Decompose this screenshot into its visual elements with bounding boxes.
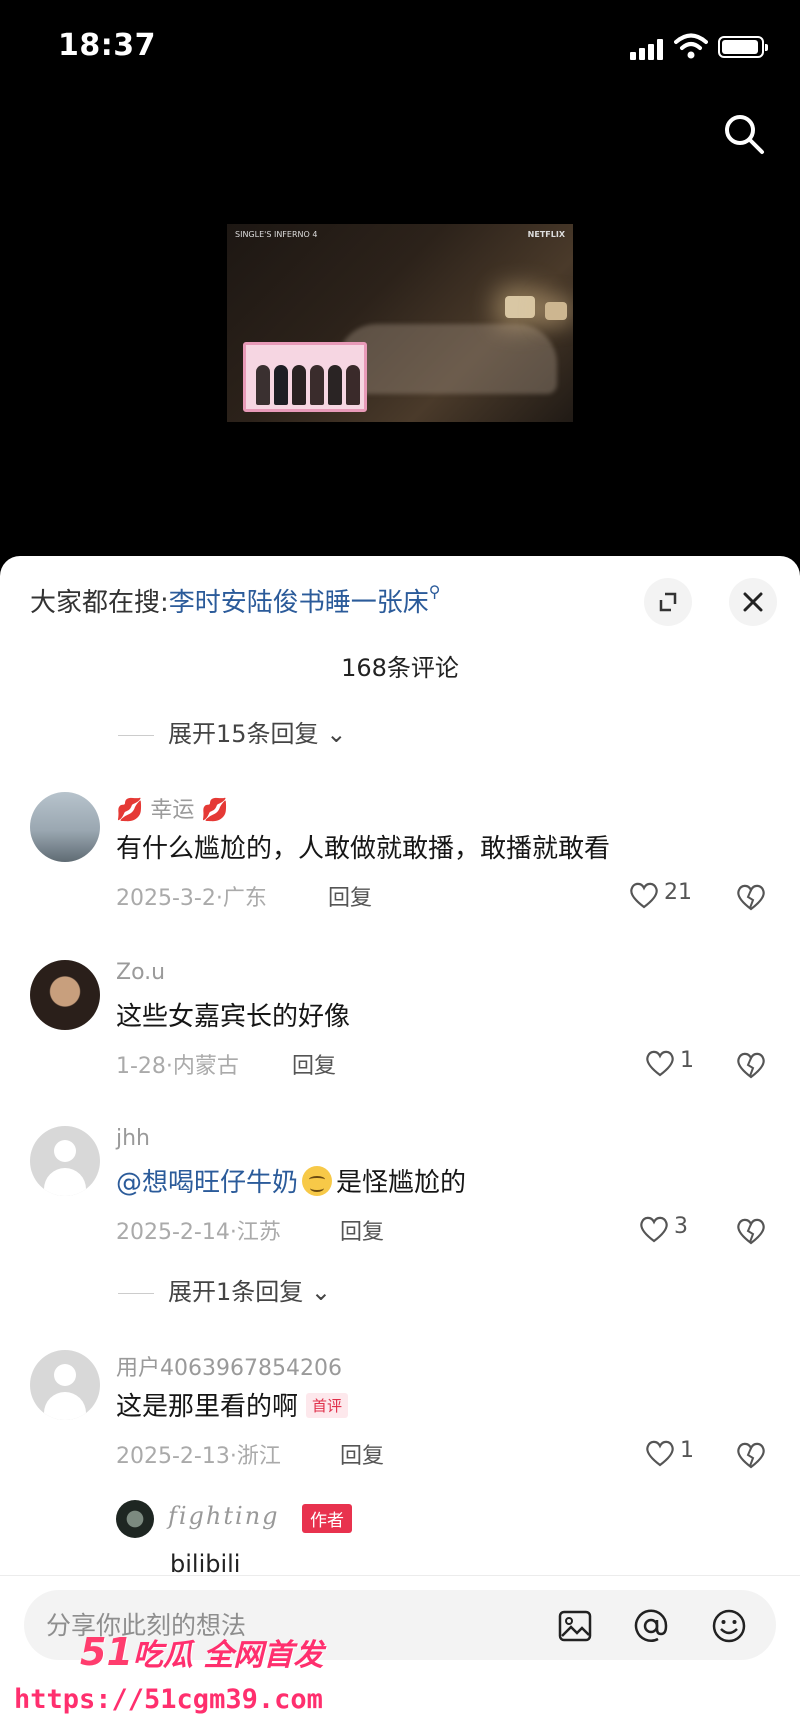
status-bar: 18:37 <box>0 0 800 100</box>
close-button[interactable] <box>729 578 777 626</box>
expand-replies-label: 展开1条回复 <box>168 1278 304 1306</box>
broken-heart-icon[interactable] <box>734 1438 768 1472</box>
video-player[interactable]: SINGLE'S INFERNO 4 NETFLIX <box>227 224 573 422</box>
wifi-icon <box>674 33 708 59</box>
hot-search-link[interactable]: 李时安陆俊书睡一张床 <box>169 588 429 618</box>
comment-author[interactable]: 用户4063967854206 <box>116 1350 342 1382</box>
expand-replies-label: 展开15条回复 <box>168 720 319 748</box>
comment-text: 这些女嘉宾长的好像 <box>116 1002 351 1032</box>
video-scene <box>337 324 557 394</box>
avatar[interactable] <box>30 1350 100 1420</box>
comment-author[interactable]: 💋 幸运 💋 <box>116 792 229 824</box>
search-icon[interactable] <box>722 112 766 156</box>
comment-sheet: 大家都在搜:李时安陆俊书睡一张床⚲ 168条评论 展开15条回复 ⌄ 💋 幸运 … <box>0 556 800 1733</box>
watermark-url: https://51cgm39.com <box>14 1684 323 1715</box>
first-comment-badge: 首评 <box>306 1393 349 1418</box>
like-count: 1 <box>680 1438 694 1463</box>
reply-text: bilibili <box>170 1550 241 1578</box>
expand-button[interactable] <box>644 578 692 626</box>
author-badge: 作者 <box>302 1504 352 1533</box>
broken-heart-icon[interactable] <box>734 1214 768 1248</box>
reply-button[interactable]: 回复 <box>340 1214 384 1246</box>
comment-author[interactable]: Zo.u <box>116 960 165 985</box>
at-mention-icon[interactable] <box>632 1607 670 1645</box>
lips-icon: 💋 <box>201 798 229 823</box>
reply-button[interactable]: 回复 <box>328 880 372 912</box>
smile-emoji-icon <box>302 1166 333 1196</box>
like-count: 3 <box>674 1214 688 1239</box>
like-count: 1 <box>680 1048 694 1073</box>
show-logo: SINGLE'S INFERNO 4 <box>235 230 318 239</box>
like-button[interactable]: 3 <box>638 1212 748 1246</box>
image-icon[interactable] <box>556 1607 594 1645</box>
comment-meta: 2025-2-14·江苏 <box>116 1220 281 1245</box>
netflix-logo: NETFLIX <box>527 230 565 239</box>
comment-text: 有什么尴尬的，人敢做就敢播，敢播就敢看 <box>116 834 611 864</box>
reply-button[interactable]: 回复 <box>292 1048 336 1080</box>
comment-meta: 2025-3-2·广东 <box>116 886 267 911</box>
chevron-down-icon: ⌄ <box>310 1278 332 1306</box>
comment-meta: 1-28·内蒙古 <box>116 1054 239 1079</box>
chevron-down-icon: ⌄ <box>326 720 347 748</box>
reply-button[interactable]: 回复 <box>340 1438 384 1470</box>
like-count: 21 <box>664 880 692 905</box>
watermark: 51吃瓜 全网首发 https://51cgm39.com <box>10 1630 323 1730</box>
heart-icon <box>630 882 658 909</box>
heart-icon <box>646 1050 674 1077</box>
video-inset-panel <box>243 342 367 412</box>
hot-search-bar[interactable]: 大家都在搜:李时安陆俊书睡一张床⚲ <box>30 582 441 619</box>
avatar[interactable] <box>30 792 100 862</box>
hot-search-prefix: 大家都在搜: <box>30 588 169 618</box>
lips-icon: 💋 <box>116 798 144 823</box>
avatar[interactable] <box>30 1126 100 1196</box>
expand-icon <box>659 592 677 612</box>
emoji-icon[interactable] <box>710 1607 748 1645</box>
broken-heart-icon[interactable] <box>734 880 768 914</box>
comment-text: 这是那里看的啊 首评 <box>116 1386 349 1423</box>
watermark-logo: 51吃瓜 全网首发 <box>80 1630 324 1674</box>
avatar[interactable] <box>30 960 100 1030</box>
mention-link[interactable]: @想喝旺仔牛奶 <box>116 1168 298 1198</box>
comment-text: @想喝旺仔牛奶 是怪尴尬的 <box>116 1166 467 1198</box>
close-icon <box>743 592 763 612</box>
search-small-icon: ⚲ <box>428 582 441 601</box>
comment-count: 168条评论 <box>341 654 459 682</box>
like-button[interactable]: 21 <box>628 878 738 912</box>
expand-replies-button[interactable]: 展开15条回复 ⌄ <box>118 714 346 749</box>
expand-replies-button[interactable]: 展开1条回复 ⌄ <box>118 1272 331 1307</box>
status-time: 18:37 <box>58 28 156 63</box>
broken-heart-icon[interactable] <box>734 1048 768 1082</box>
heart-icon <box>646 1440 674 1467</box>
reply-author[interactable]: fighting <box>168 1502 280 1530</box>
battery-icon <box>718 36 768 58</box>
heart-icon <box>640 1216 668 1243</box>
comment-meta: 2025-2-13·浙江 <box>116 1444 281 1469</box>
cellular-signal-icon <box>630 38 666 60</box>
avatar[interactable] <box>116 1500 154 1538</box>
comment-author[interactable]: jhh <box>116 1126 150 1151</box>
